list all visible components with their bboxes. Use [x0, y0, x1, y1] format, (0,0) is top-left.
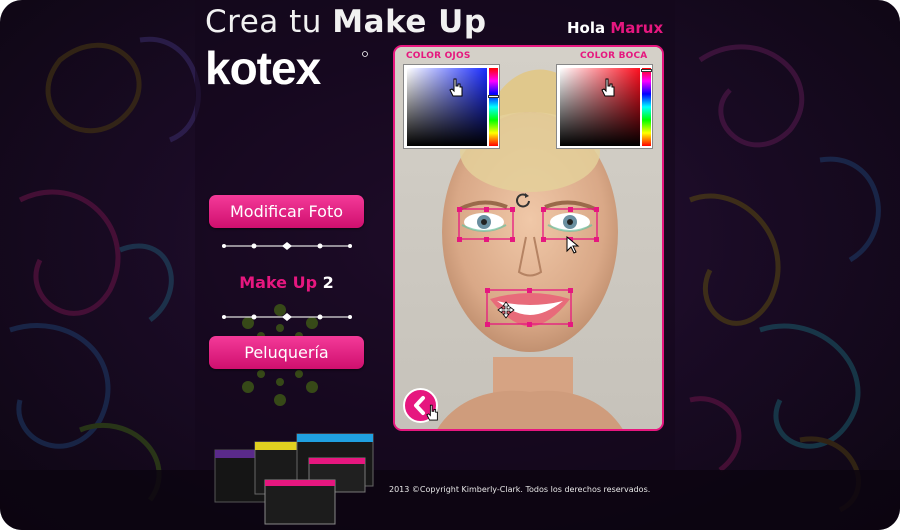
mouth-color-field[interactable] [560, 68, 640, 146]
hand-cursor-icon [426, 404, 438, 421]
eye-hue-slider[interactable] [489, 68, 498, 146]
eye-color-picker[interactable] [403, 64, 500, 149]
eye-hue-thumb[interactable] [488, 95, 499, 98]
logo-text: kotex [205, 46, 322, 90]
hair-button[interactable]: Peluquería [209, 336, 364, 369]
move-icon[interactable] [497, 301, 515, 319]
page-title: Crea tu Make Up [205, 4, 487, 40]
modify-photo-button[interactable]: Modificar Foto [209, 195, 364, 228]
footer-bar [0, 470, 900, 530]
divider-ornament [222, 313, 352, 321]
makeup-step-label[interactable]: Make Up 2 [209, 273, 364, 292]
greeting-text: Hola [567, 19, 606, 37]
divider-ornament [222, 242, 352, 250]
mouth-hue-slider[interactable] [642, 68, 651, 146]
makeup-step-number: 2 [322, 273, 334, 292]
makeup-text: Make Up [239, 273, 318, 292]
mouth-color-picker[interactable] [556, 64, 653, 149]
mouth-color-label: COLOR BOCA [580, 51, 648, 61]
app-frame: Crea tu Make Up kotex Hola Marux Modific… [0, 0, 900, 530]
hand-cursor-icon [601, 78, 615, 97]
hand-cursor-icon [449, 78, 463, 97]
title-bold: Make Up [332, 4, 487, 40]
product-packages-image [214, 433, 374, 525]
title-light: Crea tu [205, 4, 322, 40]
eye-color-field[interactable] [407, 68, 487, 146]
eye-color-label: COLOR OJOS [406, 51, 471, 61]
user-name: Marux [610, 19, 664, 37]
mouth-hue-thumb[interactable] [641, 69, 652, 72]
rotate-icon[interactable] [515, 192, 531, 208]
mouse-cursor-icon [566, 236, 580, 254]
user-greeting: Hola Marux [567, 19, 663, 37]
kotex-logo: kotex [205, 46, 368, 90]
copyright-text: 2013 ©Copyright Kimberly-Clark. Todos lo… [389, 485, 651, 494]
